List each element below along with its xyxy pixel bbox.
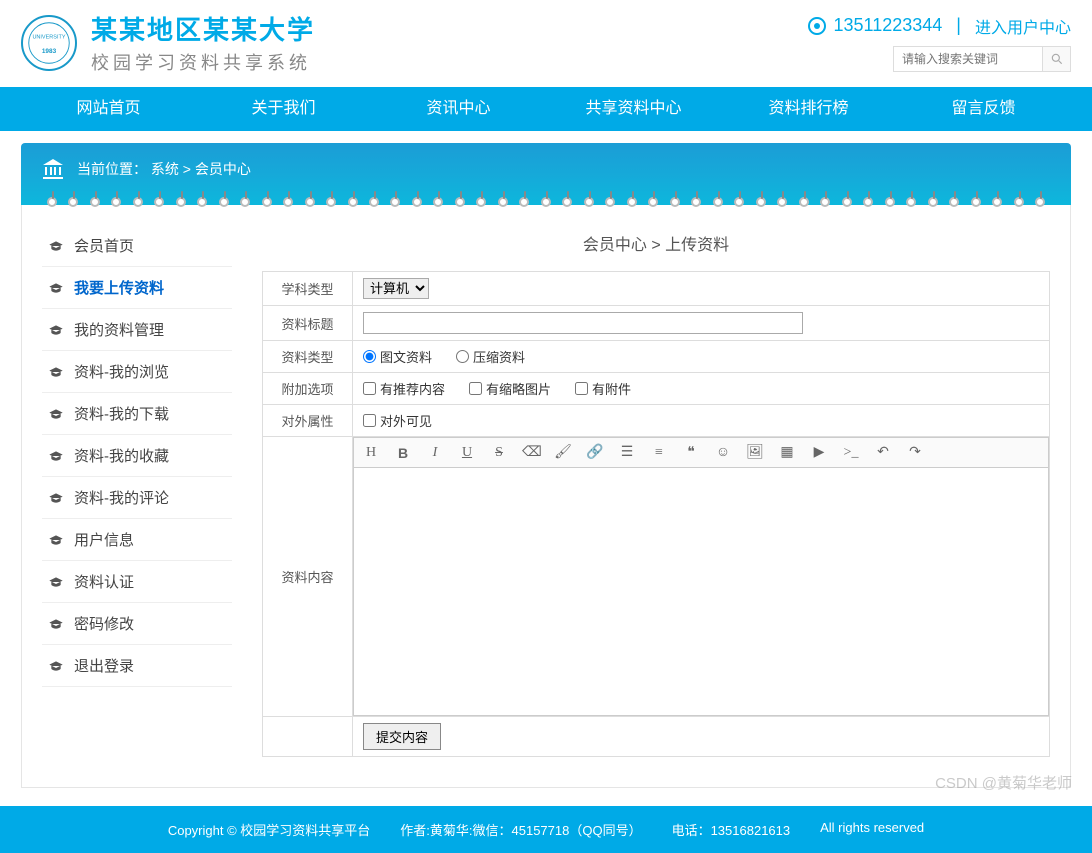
subject-select[interactable]: 计算机	[363, 278, 429, 299]
eraser-icon[interactable]: ⌫	[522, 444, 540, 461]
heading-icon[interactable]: H	[362, 445, 380, 461]
main-nav: 网站首页 关于我们 资讯中心 共享资料中心 资料排行榜 留言反馈	[0, 87, 1092, 131]
header: UNIVERSITY 1983 某某地区某某大学 校园学习资料共享系统 13511…	[21, 0, 1071, 87]
footer-author: 作者:黄菊华:微信：45157718（QQ同号）	[400, 820, 641, 839]
breadcrumb-label: 当前位置：	[77, 161, 147, 177]
cap-icon	[48, 324, 64, 336]
nav-item[interactable]: 留言反馈	[896, 87, 1071, 131]
cap-icon	[48, 534, 64, 546]
content-area: 会员中心 > 上传资料 学科类型 计算机 资料标题 资料类型	[262, 225, 1050, 757]
header-contact: 13511223344 | 进入用户中心	[808, 14, 1072, 38]
color-icon[interactable]: 🖌	[554, 444, 572, 461]
cap-icon	[48, 660, 64, 672]
footer: Copyright © 校园学习资料共享平台 作者:黄菊华:微信：4515771…	[0, 806, 1092, 853]
rich-editor: H B I U S ⌫ 🖌 🔗 ☰ ≡ ❝	[353, 437, 1049, 716]
nav-item[interactable]: 资讯中心	[371, 87, 546, 131]
editor-textarea[interactable]	[354, 468, 1048, 712]
field-label: 资料标题	[263, 306, 353, 341]
target-icon	[808, 17, 826, 35]
cap-icon	[48, 366, 64, 378]
cap-icon	[48, 450, 64, 462]
footer-rights: All rights reserved	[820, 820, 924, 839]
breadcrumb-link[interactable]: 系统	[151, 161, 179, 177]
svg-text:UNIVERSITY: UNIVERSITY	[32, 34, 65, 40]
field-label: 对外属性	[263, 405, 353, 437]
search-icon	[1050, 52, 1064, 66]
breadcrumb-banner: 当前位置： 系统 > 会员中心	[21, 143, 1071, 205]
cap-icon	[48, 576, 64, 588]
upload-form: 学科类型 计算机 资料标题 资料类型 图文资料	[262, 271, 1050, 757]
title-input[interactable]	[363, 312, 803, 334]
footer-copyright: Copyright © 校园学习资料共享平台	[168, 820, 370, 839]
cap-icon	[48, 618, 64, 630]
building-icon	[41, 157, 65, 181]
spiral-rings	[21, 197, 1071, 213]
cap-icon	[48, 408, 64, 420]
cap-icon	[48, 282, 64, 294]
sidebar-item[interactable]: 会员首页	[42, 225, 232, 267]
sidebar-item[interactable]: 资料-我的收藏	[42, 435, 232, 477]
table-icon[interactable]: ▦	[778, 444, 796, 461]
field-label: 资料类型	[263, 341, 353, 373]
code-icon[interactable]: >_	[842, 445, 860, 461]
link-icon[interactable]: 🔗	[586, 444, 604, 461]
sidebar: 会员首页我要上传资料我的资料管理资料-我的浏览资料-我的下载资料-我的收藏资料-…	[42, 225, 232, 757]
sidebar-item[interactable]: 我的资料管理	[42, 309, 232, 351]
undo-icon[interactable]: ↶	[874, 444, 892, 461]
logo-area: UNIVERSITY 1983 某某地区某某大学 校园学习资料共享系统	[21, 10, 808, 75]
italic-icon[interactable]: I	[426, 445, 444, 461]
redo-icon[interactable]: ↷	[906, 444, 924, 461]
field-label: 附加选项	[263, 373, 353, 405]
cap-icon	[48, 240, 64, 252]
search-button[interactable]	[1043, 46, 1071, 72]
sidebar-item[interactable]: 密码修改	[42, 603, 232, 645]
breadcrumb-link[interactable]: 会员中心	[195, 161, 251, 177]
emoji-icon[interactable]: ☺	[714, 445, 732, 461]
content-title: 会员中心 > 上传资料	[262, 225, 1050, 271]
nav-item[interactable]: 共享资料中心	[546, 87, 721, 131]
list-icon[interactable]: ☰	[618, 444, 636, 461]
user-center-link[interactable]: 进入用户中心	[975, 14, 1071, 38]
cap-icon	[48, 492, 64, 504]
logo-icon: UNIVERSITY 1983	[21, 15, 77, 71]
footer-phone: 电话：13516821613	[672, 820, 791, 839]
sidebar-item[interactable]: 资料-我的浏览	[42, 351, 232, 393]
nav-item[interactable]: 网站首页	[21, 87, 196, 131]
field-label: 资料内容	[263, 437, 353, 717]
radio-option[interactable]: 图文资料	[363, 347, 432, 366]
sidebar-item[interactable]: 我要上传资料	[42, 267, 232, 309]
checkbox-option[interactable]: 有缩略图片	[469, 379, 551, 398]
submit-button[interactable]: 提交内容	[363, 723, 441, 750]
nav-item[interactable]: 资料排行榜	[721, 87, 896, 131]
checkbox-option[interactable]: 有附件	[575, 379, 631, 398]
site-subtitle: 校园学习资料共享系统	[91, 49, 315, 75]
editor-toolbar: H B I U S ⌫ 🖌 🔗 ☰ ≡ ❝	[354, 438, 1048, 468]
sidebar-item[interactable]: 资料-我的下载	[42, 393, 232, 435]
quote-icon[interactable]: ❝	[682, 444, 700, 461]
sidebar-item[interactable]: 用户信息	[42, 519, 232, 561]
align-icon[interactable]: ≡	[650, 445, 668, 461]
field-label: 学科类型	[263, 272, 353, 306]
phone-number: 13511223344	[834, 15, 943, 36]
site-title: 某某地区某某大学	[91, 10, 315, 47]
video-icon[interactable]: ▶	[810, 444, 828, 461]
sidebar-item[interactable]: 资料认证	[42, 561, 232, 603]
radio-option[interactable]: 压缩资料	[456, 347, 525, 366]
sidebar-item[interactable]: 资料-我的评论	[42, 477, 232, 519]
svg-text:1983: 1983	[42, 48, 57, 55]
bold-icon[interactable]: B	[394, 445, 412, 461]
checkbox-option[interactable]: 对外可见	[363, 411, 432, 430]
checkbox-option[interactable]: 有推荐内容	[363, 379, 445, 398]
underline-icon[interactable]: U	[458, 445, 476, 461]
main-content: 会员首页我要上传资料我的资料管理资料-我的浏览资料-我的下载资料-我的收藏资料-…	[21, 205, 1071, 788]
sidebar-item[interactable]: 退出登录	[42, 645, 232, 687]
image-icon[interactable]: 🖼	[746, 444, 764, 461]
nav-item[interactable]: 关于我们	[196, 87, 371, 131]
strike-icon[interactable]: S	[490, 445, 508, 461]
search-input[interactable]	[893, 46, 1043, 72]
